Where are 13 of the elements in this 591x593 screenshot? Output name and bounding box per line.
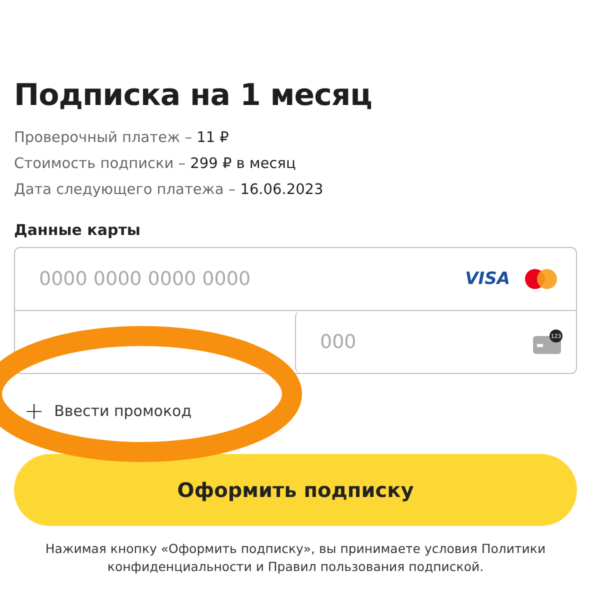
mastercard-icon — [524, 268, 558, 290]
promo-code-link[interactable]: + Ввести промокод — [14, 398, 198, 424]
subscribe-button[interactable]: Оформить подписку — [14, 454, 577, 526]
page-title: Подписка на 1 месяц — [14, 78, 373, 113]
detail-line: Проверочный платеж – 11 ₽ — [14, 129, 230, 148]
section-label: Данные карты — [14, 221, 142, 239]
card-number-field[interactable]: 0000 0000 0000 0000 — [37, 267, 466, 291]
detail-line: Стоимость подписки – 299 ₽ в месяц — [14, 155, 297, 174]
disclaimer-text: Нажимая кнопку «Оформить подписку», вы принимаете условия Политики конфиденциальности и Правил пользования подпиской. — [44, 540, 547, 576]
visa-logo: VISA — [465, 269, 510, 289]
plus-icon: + — [24, 399, 44, 423]
detail-line: Дата следующего платежа – 16.06.2023 — [14, 181, 324, 200]
cvc-field[interactable]: 000 — [318, 330, 532, 354]
